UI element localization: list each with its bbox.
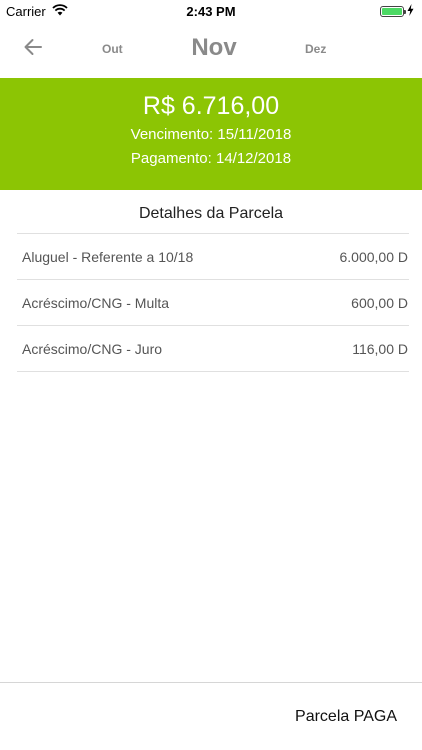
detail-row-interest: Acréscimo/CNG - Juro 116,00 D bbox=[17, 326, 409, 372]
due-date: Vencimento: 15/11/2018 bbox=[130, 126, 292, 143]
details-title: Detalhes da Parcela bbox=[138, 205, 284, 222]
detail-value: 116,00 D bbox=[352, 340, 408, 357]
status-right bbox=[380, 4, 414, 19]
current-month-label: Nov bbox=[191, 34, 237, 61]
screen: Carrier 2:43 PM Out Nov Dez R$ 6.716,00 … bbox=[0, 0, 422, 750]
next-month-button[interactable]: Dez bbox=[305, 42, 326, 56]
details-list: Aluguel - Referente a 10/18 6.000,00 D A… bbox=[17, 233, 409, 372]
detail-row-fine: Acréscimo/CNG - Multa 600,00 D bbox=[17, 280, 409, 326]
detail-label: Acréscimo/CNG - Multa bbox=[22, 294, 170, 311]
payment-date: Pagamento: 14/12/2018 bbox=[130, 150, 292, 167]
detail-label: Aluguel - Referente a 10/18 bbox=[22, 248, 194, 265]
installment-amount: R$ 6.716,00 bbox=[142, 92, 280, 120]
installment-summary: R$ 6.716,00 Vencimento: 15/11/2018 Pagam… bbox=[0, 78, 422, 190]
installment-status: Parcela PAGA bbox=[295, 708, 397, 725]
charging-bolt-icon bbox=[407, 4, 414, 19]
battery-fill bbox=[382, 8, 402, 15]
month-navigation: Out Nov Dez bbox=[0, 22, 422, 78]
footer: Parcela PAGA bbox=[0, 682, 422, 750]
battery-icon bbox=[380, 6, 406, 17]
detail-row-rent: Aluguel - Referente a 10/18 6.000,00 D bbox=[17, 234, 409, 280]
detail-value: 6.000,00 D bbox=[339, 248, 409, 265]
status-time: 2:43 PM bbox=[186, 4, 236, 19]
status-bar: Carrier 2:43 PM bbox=[0, 0, 422, 22]
detail-value: 600,00 D bbox=[351, 294, 408, 311]
detail-label: Acréscimo/CNG - Juro bbox=[22, 340, 163, 357]
